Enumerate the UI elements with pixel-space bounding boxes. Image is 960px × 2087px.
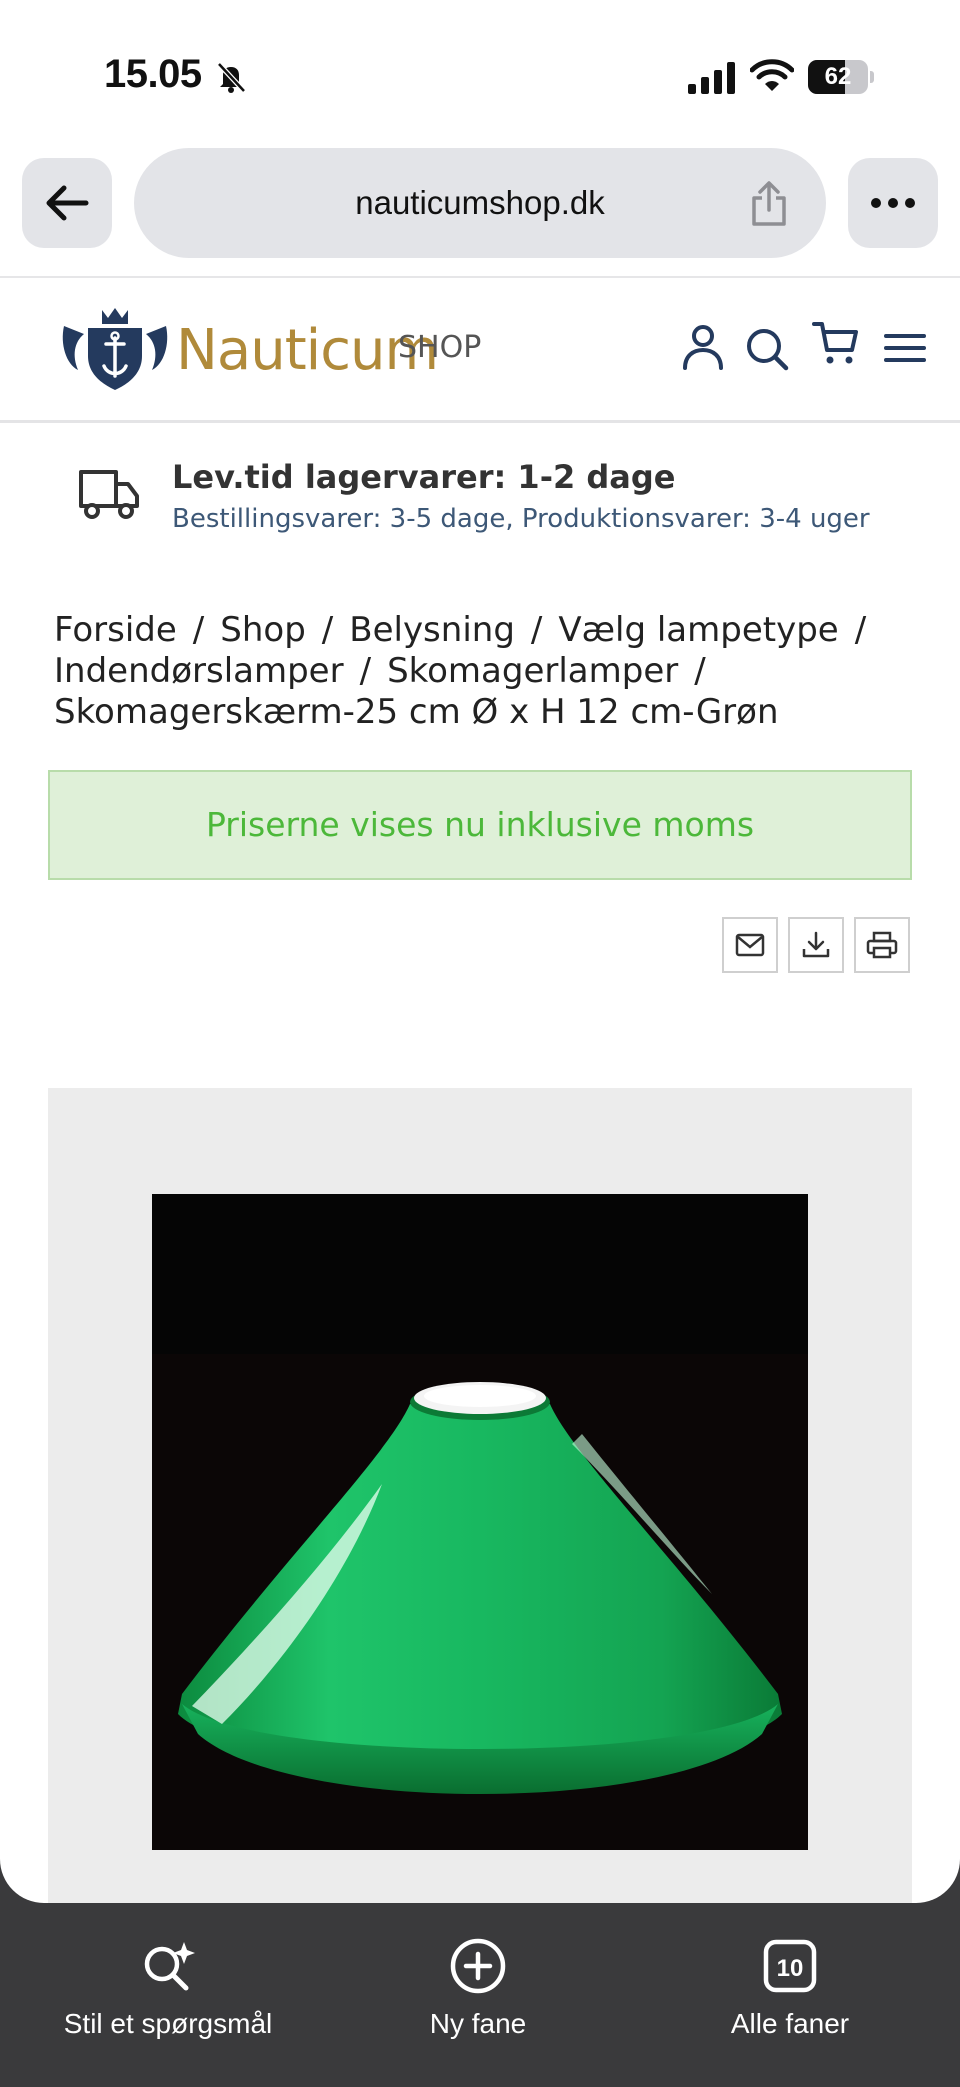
bell-slash-icon — [217, 62, 246, 93]
truck-icon — [79, 470, 139, 519]
crest-logo-icon[interactable] — [58, 304, 172, 390]
product-image[interactable] — [152, 1194, 808, 1850]
breadcrumb-item-indendoerslamper[interactable]: Indendørslamper — [54, 651, 344, 691]
tab-count: 10 — [777, 1955, 804, 1982]
breadcrumb-separator: / — [321, 610, 334, 650]
breadcrumb-separator: / — [694, 651, 706, 691]
status-bar: 15.05 62 — [0, 0, 960, 150]
ask-question-label: Stil et spørgsmål — [63, 2008, 273, 2039]
user-icon[interactable] — [680, 322, 726, 372]
cellular-signal-icon — [688, 62, 735, 94]
download-icon — [802, 931, 830, 958]
browser-page: 15.05 62 nauticumshop.dk Nauticum SHOP L… — [0, 0, 960, 1903]
lamp-shade-image — [152, 1194, 808, 1850]
wifi-icon — [750, 59, 794, 91]
new-tab-button[interactable]: Ny fane — [348, 1938, 608, 2040]
email-button[interactable] — [722, 917, 778, 973]
battery-body: 62 — [808, 60, 868, 94]
breadcrumb-separator: / — [854, 610, 867, 650]
new-tab-label: Ny fane — [429, 2008, 527, 2039]
tabs-icon: 10 — [763, 1939, 817, 1993]
breadcrumb-current: Skomagerskærm-25 cm Ø x H 12 cm-Grøn — [54, 692, 779, 732]
breadcrumb-item-shop[interactable]: Shop — [220, 610, 306, 650]
product-image-frame — [48, 1088, 912, 1903]
mail-icon — [735, 933, 765, 957]
breadcrumb-item-belysning[interactable]: Belysning — [349, 610, 515, 650]
breadcrumb-separator: / — [530, 610, 543, 650]
breadcrumb-separator: / — [359, 651, 372, 691]
menu-icon[interactable] — [882, 322, 928, 372]
toolbar-divider — [0, 276, 960, 278]
delivery-title: Lev.tid lagervarer: 1-2 dage — [172, 458, 676, 496]
vat-notice: Priserne vises nu inklusive moms — [48, 770, 912, 880]
battery-level: 62 — [824, 63, 852, 90]
print-icon — [866, 931, 898, 959]
all-tabs-label: Alle faner — [730, 2008, 850, 2039]
logo-suffix: SHOP — [398, 330, 482, 365]
breadcrumb-separator: / — [192, 610, 205, 650]
header-divider — [0, 420, 960, 423]
url-text: nauticumshop.dk — [355, 184, 605, 221]
address-bar[interactable]: nauticumshop.dk — [134, 148, 826, 258]
all-tabs-button[interactable]: 10 Alle faner — [660, 1938, 920, 2040]
search-icon[interactable] — [744, 322, 790, 372]
more-button[interactable] — [848, 158, 938, 248]
search-sparkle-icon — [144, 1942, 195, 1991]
breadcrumb-item-skomagerlamper[interactable]: Skomagerlamper — [387, 651, 678, 691]
download-button[interactable] — [788, 917, 844, 973]
status-time: 15.05 — [104, 52, 202, 96]
back-button[interactable] — [22, 158, 112, 248]
battery-cap — [870, 71, 874, 83]
breadcrumb-item-lampetype[interactable]: Vælg lampetype — [558, 610, 838, 650]
print-button[interactable] — [854, 917, 910, 973]
cart-icon[interactable] — [812, 318, 858, 368]
breadcrumb-item-forside[interactable]: Forside — [54, 610, 177, 650]
delivery-subtitle: Bestillingsvarer: 3-5 dage, Produktionsv… — [172, 504, 870, 534]
ellipsis-icon — [871, 198, 915, 208]
ask-question-button[interactable]: Stil et spørgsmål — [38, 1938, 298, 2040]
plus-circle-icon — [450, 1938, 506, 1994]
breadcrumb: Forside / Shop / Belysning / Vælg lampetype / In… — [54, 610, 914, 733]
arrow-left-icon — [46, 185, 89, 221]
share-icon[interactable] — [746, 180, 792, 228]
battery-icon: 62 — [808, 60, 874, 94]
